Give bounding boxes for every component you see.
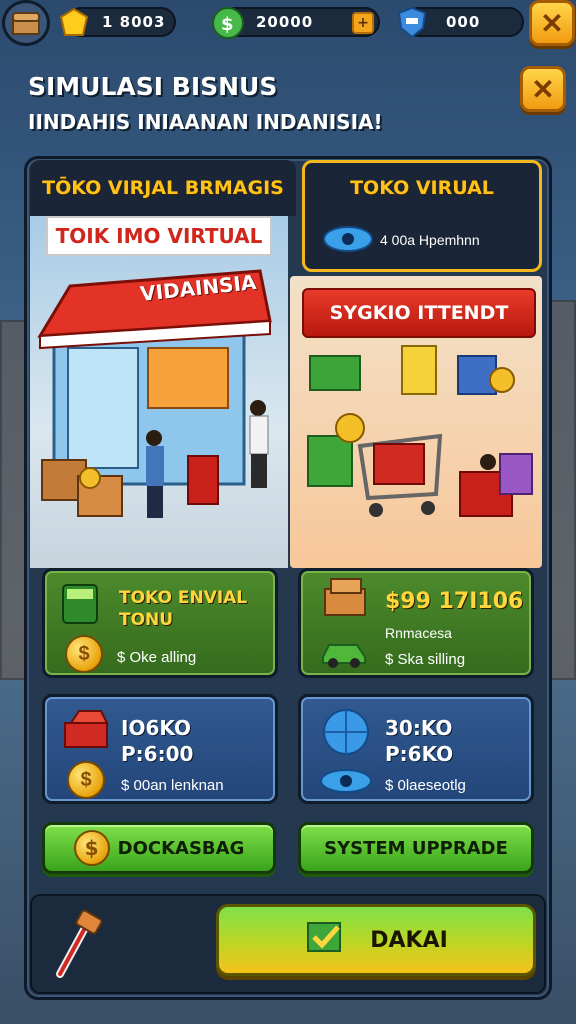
left-card-header: TŌKO VIRJAL BRMAGIS (30, 160, 296, 216)
coin-icon: $ (73, 830, 110, 866)
svg-text:$: $ (221, 14, 234, 35)
hammer-icon[interactable] (52, 908, 106, 985)
left-store-scene[interactable] (30, 216, 288, 568)
stat-card-revenue[interactable]: $99 17I106 Rnmacesa $ Ska silling (298, 568, 534, 678)
coin-icon: $ (67, 761, 105, 799)
eye-icon (319, 767, 373, 800)
resource-gems: 1 8003 (59, 7, 176, 37)
stat-card-monitoring[interactable]: 30:KO P:6KO $ 0laeseotlg (298, 694, 534, 804)
right-card-subtext: 4 00a Hpemhnn (380, 232, 480, 248)
cash-money-icon: $ (208, 3, 248, 43)
close-button-top[interactable]: ✕ (529, 0, 575, 46)
page-title: SIMULASI BISNUS (28, 72, 278, 101)
home-button[interactable] (2, 0, 50, 46)
cash-register-icon (59, 707, 113, 756)
chest-icon (12, 12, 40, 35)
page-subtitle: IINDAHIS INIAANAN INDANISIA! (28, 110, 383, 134)
stat-card-investment[interactable]: IO6KO P:6:00 $ $ 00an lenknan (42, 694, 278, 804)
calculator-icon (57, 581, 103, 632)
background-building-right (550, 300, 576, 680)
eye-icon (322, 224, 374, 259)
globe-icon (321, 707, 371, 762)
virtual-store-sign: TOIK IMO VIRTUAL (46, 216, 272, 256)
dakai-main-button[interactable]: DAKAI (216, 904, 536, 976)
check-box-icon (304, 919, 344, 961)
virtual-store-illustration (37, 269, 272, 518)
add-cash-button[interactable]: + (352, 12, 374, 34)
background-building-left (0, 320, 26, 680)
close-button[interactable]: ✕ (520, 66, 566, 112)
coin-icon: $ (65, 635, 103, 673)
resource-cash: $ 20000 + (212, 7, 380, 39)
store-promo-sign: SYGKIO ITTENDT (302, 288, 536, 338)
stat-card-store-sales[interactable]: TOKO ENVIAL TONU $ $ Oke alling (42, 568, 278, 678)
dockasbag-button[interactable]: $ DOCKASBAG (42, 822, 276, 874)
gold-gem-icon (54, 3, 94, 43)
car-icon (319, 635, 369, 674)
right-card-title: TOKO VIRUAL (350, 177, 494, 199)
resource-bar: 1 8003 $ 20000 + 000 ✕ (0, 0, 576, 48)
shield-badge-icon (392, 3, 432, 43)
system-upgrade-button[interactable]: SYSTEM UPPRADE (298, 822, 534, 874)
resource-shields: 000 (397, 6, 524, 39)
box-stack-icon (321, 577, 371, 622)
